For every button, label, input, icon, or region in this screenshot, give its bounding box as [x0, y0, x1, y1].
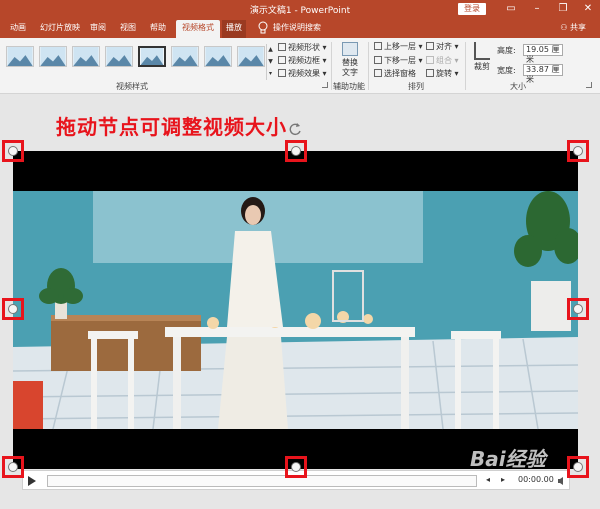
login-button[interactable]: 登录 [458, 3, 486, 15]
video-style-2[interactable] [39, 46, 67, 67]
tab-video-format[interactable]: 视频格式 [176, 20, 220, 38]
volume-icon[interactable] [557, 476, 567, 486]
alt-text-icon [342, 42, 358, 56]
group-label: 组合 [436, 56, 452, 65]
rotation-handle-icon[interactable] [288, 122, 302, 136]
maximize-icon[interactable]: ❐ [553, 1, 573, 17]
forward-icon[interactable]: ▸ [501, 475, 505, 484]
crop-label: 裁剪 [474, 62, 490, 71]
bring-forward-icon [374, 42, 382, 50]
video-effects-button[interactable]: 视频效果 ▾ [278, 69, 327, 79]
lightbulb-icon [258, 21, 268, 34]
align-icon [426, 42, 434, 50]
highlight-box [285, 140, 307, 162]
video-shape-label: 视频形状 [288, 43, 320, 52]
share-label: 共享 [570, 23, 586, 32]
group-label-size: 大小 [510, 82, 526, 91]
video-frame[interactable] [13, 151, 578, 469]
share-button[interactable]: ⚇ 共享 [560, 22, 586, 33]
video-shape-button[interactable]: 视频形状 ▾ [278, 43, 327, 53]
alt-text-label-2: 文字 [342, 68, 358, 77]
video-effects-label: 视频效果 [288, 69, 320, 78]
rotate-icon [426, 69, 434, 77]
dialog-launcher-icon[interactable] [322, 82, 328, 88]
chevron-up-icon[interactable]: ▲ [267, 44, 274, 56]
divider [331, 42, 332, 90]
highlight-box [567, 298, 589, 320]
group-icon [426, 56, 434, 64]
title-bar: 演示文稿1 - PowerPoint 登录 ▭ – ❐ ✕ [0, 0, 600, 18]
highlight-box [2, 140, 24, 162]
tab-animations[interactable]: 动画 [10, 22, 26, 36]
crop-button[interactable]: 裁剪 [471, 42, 493, 72]
video-style-5[interactable] [138, 46, 166, 67]
selection-pane-label: 选择窗格 [384, 69, 416, 78]
ribbon-video-format: ▲ ▼ ▾ 视频样式 视频形状 ▾ 视频边框 ▾ 视频效果 ▾ 替换 文字 辅助… [0, 38, 600, 94]
highlight-box [567, 456, 589, 478]
selection-pane-icon [374, 69, 382, 77]
selection-pane-button[interactable]: 选择窗格 [374, 69, 416, 79]
group-button[interactable]: 组合 ▾ [426, 56, 459, 66]
rotate-label: 旋转 [436, 69, 452, 78]
video-style-7[interactable] [204, 46, 232, 67]
video-border-button[interactable]: 视频边框 ▾ [278, 56, 327, 66]
tab-playback[interactable]: 播放 [222, 20, 246, 38]
ribbon-display-icon[interactable]: ▭ [501, 1, 521, 17]
shape-icon [278, 43, 286, 51]
tab-view[interactable]: 视图 [120, 22, 136, 36]
highlight-box [2, 298, 24, 320]
watermark-text: Bai经验 [470, 447, 546, 471]
height-field[interactable]: 19.05 厘米 [523, 44, 563, 64]
tab-slideshow[interactable]: 幻灯片放映 [40, 22, 80, 36]
group-label-accessibility: 辅助功能 [333, 82, 365, 91]
close-icon[interactable]: ✕ [578, 1, 598, 17]
send-backward-button[interactable]: 下移一层 ▾ [374, 56, 423, 66]
send-backward-icon [374, 56, 382, 64]
align-button[interactable]: 对齐 ▾ [426, 42, 459, 52]
highlight-box [285, 456, 307, 478]
crop-icon [474, 42, 490, 60]
video-style-4[interactable] [105, 46, 133, 67]
highlight-box [567, 140, 589, 162]
video-style-3[interactable] [72, 46, 100, 67]
align-label: 对齐 [436, 42, 452, 51]
chevron-down-icon[interactable]: ▼ [267, 56, 274, 68]
video-style-8[interactable] [237, 46, 265, 67]
more-icon[interactable]: ▾ [267, 68, 274, 80]
back-icon[interactable]: ◂ [486, 475, 490, 484]
height-label: 高度: [497, 46, 516, 55]
rotate-button[interactable]: 旋转 ▾ [426, 69, 459, 79]
play-icon[interactable] [28, 476, 36, 486]
progress-track[interactable] [47, 475, 477, 487]
gallery-scroll[interactable]: ▲ ▼ ▾ [266, 44, 274, 80]
tab-review[interactable]: 审阅 [90, 22, 106, 36]
divider [465, 42, 466, 90]
playback-time: 00:00.00 [518, 475, 554, 484]
video-style-6[interactable] [171, 46, 199, 67]
highlight-box [2, 456, 24, 478]
width-field[interactable]: 33.87 厘米 [523, 64, 563, 84]
tab-help[interactable]: 帮助 [150, 22, 166, 36]
width-label: 宽度: [497, 66, 516, 75]
video-border-label: 视频边框 [288, 56, 320, 65]
tell-me-search[interactable]: 操作说明搜索 [273, 22, 321, 36]
group-label-arrange: 排列 [408, 82, 424, 91]
video-still [13, 151, 578, 469]
alt-text-label-1: 替换 [342, 58, 358, 67]
size-dialog-launcher-icon[interactable] [586, 82, 592, 88]
video-style-1[interactable] [6, 46, 34, 67]
person-icon: ⚇ [560, 23, 568, 32]
group-label-video-styles: 视频样式 [116, 82, 148, 91]
bring-forward-label: 上移一层 [384, 42, 416, 51]
bring-forward-button[interactable]: 上移一层 ▾ [374, 42, 423, 52]
send-backward-label: 下移一层 [384, 56, 416, 65]
annotation-text: 拖动节点可调整视频大小 [56, 115, 287, 139]
minimize-icon[interactable]: – [527, 1, 547, 17]
alt-text-button[interactable]: 替换 文字 [339, 42, 361, 78]
divider [368, 42, 369, 90]
ribbon-tabs: 动画 幻灯片放映 审阅 视图 帮助 视频格式 播放 操作说明搜索 ⚇ 共享 [0, 18, 600, 38]
effects-icon [278, 69, 286, 77]
border-icon [278, 56, 286, 64]
